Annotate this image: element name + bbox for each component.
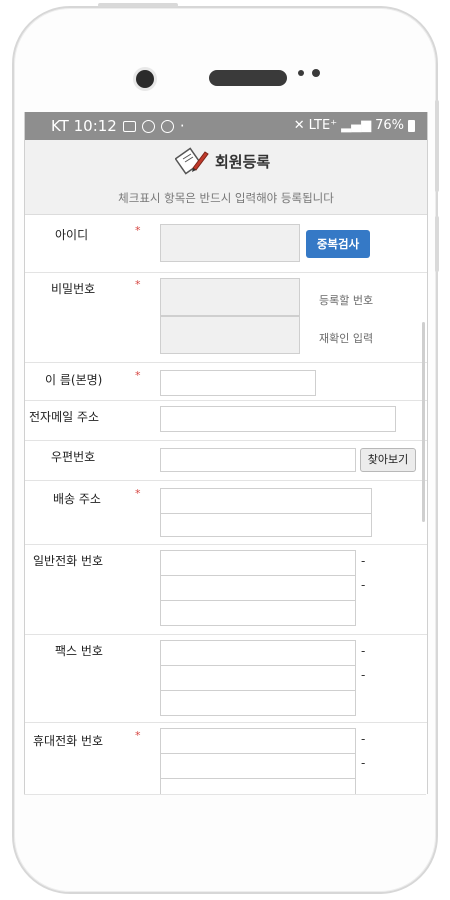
id-required-mark: * <box>135 224 141 237</box>
phone-dash-2: - <box>361 578 366 592</box>
email-row: 전자메일 주소 <box>25 400 427 441</box>
zipcode-label: 우편번호 <box>51 450 96 464</box>
status-left: KT 10:12 · <box>51 112 185 140</box>
image-notification-icon <box>122 120 136 132</box>
duplicate-check-button[interactable]: 중복검사 <box>306 230 370 258</box>
volume-button <box>435 216 439 272</box>
carrier-time: KT 10:12 <box>51 117 117 135</box>
battery-icon <box>408 120 415 132</box>
light-sensor <box>312 69 320 77</box>
address-required-mark: * <box>135 487 141 500</box>
fax-part2-input[interactable] <box>160 665 356 691</box>
mobile-part2-input[interactable] <box>160 753 356 779</box>
power-button <box>435 100 439 192</box>
phone-part1-input[interactable] <box>160 550 356 576</box>
more-notifications-dot: · <box>179 117 185 135</box>
mute-icon: ✕ <box>293 118 305 133</box>
zipcode-input[interactable] <box>160 448 356 472</box>
name-input[interactable] <box>160 370 316 396</box>
name-required-mark: * <box>135 369 141 382</box>
screen-bottom-edge <box>24 794 426 795</box>
mobile-dash-1: - <box>361 732 366 746</box>
mobile-label: 휴대전화 번호 <box>33 734 104 748</box>
page-subtitle: 체크표시 항목은 반드시 입력해야 등록됩니다 <box>118 191 334 205</box>
mobile-row: 휴대전화 번호 * - - <box>25 722 427 794</box>
proximity-sensor <box>298 70 304 76</box>
phone-label: 일반전화 번호 <box>33 554 104 568</box>
password-input[interactable] <box>160 278 300 316</box>
password-confirm-hint: 재확인 입력 <box>319 332 374 345</box>
address-row: 배송 주소 * <box>25 480 427 545</box>
network-type: LTE⁺ <box>308 118 338 133</box>
signal-icon: ▂▄▆ <box>341 118 372 133</box>
page-title: 회원등록 <box>215 152 271 171</box>
password-label: 비밀번호 <box>51 282 96 296</box>
earpiece-speaker <box>209 70 287 86</box>
screen: KT 10:12 · ✕ LTE⁺ ▂▄▆ 76% 회원등록 체크표시 항목은 … <box>24 112 428 794</box>
find-address-button[interactable]: 찾아보기 <box>360 448 416 472</box>
status-bar: KT 10:12 · ✕ LTE⁺ ▂▄▆ 76% <box>25 112 427 140</box>
id-label: 아이디 <box>55 228 89 242</box>
fax-part1-input[interactable] <box>160 640 356 666</box>
app-notification-icon-2 <box>160 119 174 133</box>
email-label: 전자메일 주소 <box>29 410 100 424</box>
fax-dash-2: - <box>361 668 366 682</box>
title-group: 회원등록 <box>175 146 270 176</box>
mobile-part3-input[interactable] <box>160 778 356 794</box>
mobile-dash-2: - <box>361 756 366 770</box>
name-label: 이 름(본명) <box>45 373 103 387</box>
scrollbar[interactable] <box>422 322 425 522</box>
name-row: 이 름(본명) * <box>25 362 427 401</box>
phone-part2-input[interactable] <box>160 575 356 601</box>
fax-part3-input[interactable] <box>160 690 356 716</box>
id-row: 아이디 * 중복검사 <box>25 214 427 273</box>
edit-document-icon <box>175 147 209 175</box>
address-line1-input[interactable] <box>160 488 372 514</box>
mobile-required-mark: * <box>135 729 141 742</box>
password-hint: 등록할 번호 <box>319 294 374 307</box>
app-notification-icon <box>141 119 155 133</box>
status-right: ✕ LTE⁺ ▂▄▆ 76% <box>294 112 415 140</box>
fax-label: 팩스 번호 <box>55 644 103 658</box>
id-input[interactable] <box>160 224 300 262</box>
phone-part3-input[interactable] <box>160 600 356 626</box>
email-input[interactable] <box>160 406 396 432</box>
mobile-part1-input[interactable] <box>160 728 356 754</box>
password-row: 비밀번호 * 등록할 번호 재확인 입력 <box>25 272 427 363</box>
address-label: 배송 주소 <box>53 492 101 506</box>
address-line2-input[interactable] <box>160 513 372 537</box>
phone-row: 일반전화 번호 - - <box>25 544 427 635</box>
fax-dash-1: - <box>361 644 366 658</box>
password-confirm-input[interactable] <box>160 316 300 354</box>
zipcode-row: 우편번호 찾아보기 <box>25 440 427 481</box>
page-header: 회원등록 체크표시 항목은 반드시 입력해야 등록됩니다 <box>25 140 427 215</box>
side-button <box>98 3 178 7</box>
front-camera <box>136 70 154 88</box>
password-required-mark: * <box>135 278 141 291</box>
fax-row: 팩스 번호 - - <box>25 634 427 723</box>
battery-level: 76% <box>375 118 404 133</box>
phone-dash-1: - <box>361 554 366 568</box>
